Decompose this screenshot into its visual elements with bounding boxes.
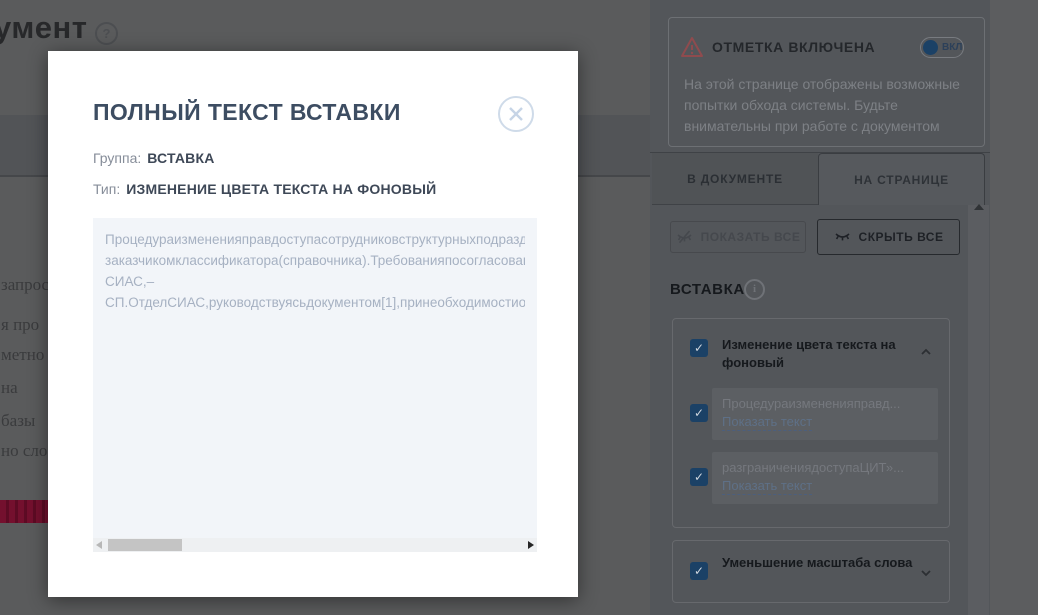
fulltext-line: СИАС,– xyxy=(105,271,525,292)
chevron-up-icon[interactable] xyxy=(921,347,931,357)
toggle-label: ВКЛ xyxy=(942,42,962,53)
doc-text-fragment: метно xyxy=(1,345,48,365)
highlighted-text-bar xyxy=(0,500,48,523)
insertion-item: разграничениядоступаЦИТ»... Показать тек… xyxy=(712,452,938,504)
chevron-down-icon[interactable] xyxy=(921,568,931,578)
help-icon[interactable]: ? xyxy=(95,22,118,45)
type-row: Тип: ИЗМЕНЕНИЕ ЦВЕТА ТЕКСТА НА ФОНОВЫЙ xyxy=(93,181,436,197)
scroll-right-icon[interactable] xyxy=(528,541,534,549)
fulltext-line: Процедураизмененияправдоступасотрудников… xyxy=(105,229,525,250)
show-text-link[interactable]: Показать текст xyxy=(722,414,812,431)
show-text-link[interactable]: Показать текст xyxy=(722,478,812,495)
hide-all-label: СКРЫТЬ ВСЕ xyxy=(859,230,944,244)
warning-triangle-icon xyxy=(680,36,704,58)
group-row-value: ВСТАВКА xyxy=(147,150,214,166)
modal-title: ПОЛНЫЙ ТЕКСТ ВСТАВКИ xyxy=(93,99,401,126)
doc-text-fragment: запрос xyxy=(1,275,48,295)
doc-text-fragment: на xyxy=(1,378,48,398)
mark-toggle[interactable]: ВКЛ xyxy=(920,37,964,58)
item-checkbox[interactable] xyxy=(690,468,708,486)
insertion-fulltext-box[interactable]: Процедураизмененияправдоступасотрудников… xyxy=(93,218,537,552)
group-checkbox[interactable] xyxy=(690,339,708,357)
type-row-label: Тип: xyxy=(93,181,120,197)
info-icon[interactable]: i xyxy=(744,279,765,300)
insertion-item-text: Процедураизмененияправд... xyxy=(722,396,928,411)
insertion-item: Процедураизмененияправд... Показать текс… xyxy=(712,388,938,440)
section-title-vstavka: ВСТАВКА xyxy=(670,281,745,298)
doc-text-fragment: базы xyxy=(1,411,48,431)
doc-text-fragment: но сло xyxy=(1,441,48,461)
tab-in-document[interactable]: В ДОКУМЕНТЕ xyxy=(652,153,818,205)
show-all-button[interactable]: ПОКАЗАТЬ ВСЕ xyxy=(670,221,806,253)
group-row-label: Группа: xyxy=(93,150,141,166)
scrollbar-thumb[interactable] xyxy=(108,539,182,551)
scroll-up-icon[interactable] xyxy=(974,204,984,210)
doc-text-fragment: я про xyxy=(1,315,48,335)
close-icon[interactable] xyxy=(497,95,535,133)
fulltext-line: заказчикомклассификатора(справочника).Тр… xyxy=(105,250,525,271)
screen: умент ? запрос я про метно на базы но сл… xyxy=(0,0,1038,615)
hide-all-button[interactable]: СКРЫТЬ ВСЕ xyxy=(817,219,960,255)
horizontal-scrollbar[interactable] xyxy=(93,538,537,552)
page-title: умент xyxy=(0,10,87,46)
group-label: Изменение цвета текста на фоновый xyxy=(722,336,917,372)
warning-description: На этой странице отображены возможные по… xyxy=(684,74,976,137)
group-checkbox[interactable] xyxy=(690,562,708,580)
scroll-left-icon[interactable] xyxy=(96,541,102,549)
insertion-item-text: разграничениядоступаЦИТ»... xyxy=(722,460,928,475)
sidebar-tabbar: В ДОКУМЕНТЕ НА СТРАНИЦЕ xyxy=(650,152,990,205)
page-gutter xyxy=(990,0,1038,615)
eye-closed-icon xyxy=(834,231,851,243)
type-row-value: ИЗМЕНЕНИЕ ЦВЕТА ТЕКСТА НА ФОНОВЫЙ xyxy=(126,181,436,197)
item-checkbox[interactable] xyxy=(690,404,708,422)
sidebar-scrollbar[interactable] xyxy=(968,205,989,615)
eye-crossed-icon xyxy=(676,230,693,244)
warning-title: ОТМЕТКА ВКЛЮЧЕНА xyxy=(712,39,875,55)
toggle-knob xyxy=(923,40,938,55)
document-text-strip: запрос я про метно на базы но сло xyxy=(0,175,48,615)
group-label: Уменьшение масштаба слова xyxy=(722,554,917,572)
fulltext-line: СП.ОтделСИАС,руководствуясьдокументом[1]… xyxy=(105,292,525,313)
show-all-label: ПОКАЗАТЬ ВСЕ xyxy=(701,230,801,244)
full-text-modal: ПОЛНЫЙ ТЕКСТ ВСТАВКИ Группа: ВСТАВКА Тип:… xyxy=(48,51,578,597)
tab-on-page[interactable]: НА СТРАНИЦЕ xyxy=(818,153,985,205)
group-row: Группа: ВСТАВКА xyxy=(93,150,215,166)
